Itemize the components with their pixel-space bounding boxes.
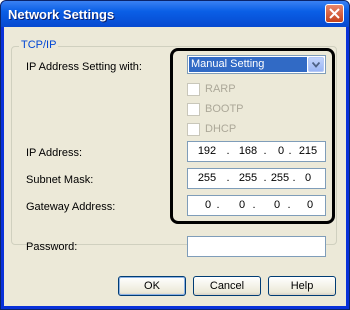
dialog-body: TCP/IP IP Address Setting with: Manual S… <box>4 27 346 306</box>
close-icon <box>329 8 340 19</box>
close-button[interactable] <box>325 4 344 23</box>
gateway-address-label: Gateway Address: <box>26 201 116 213</box>
help-button[interactable]: Help <box>268 276 336 296</box>
group-title: TCP/IP <box>19 39 59 51</box>
window-title: Network Settings <box>8 7 115 22</box>
title-bar[interactable]: Network Settings <box>1 1 349 27</box>
ok-button[interactable]: OK <box>118 276 186 296</box>
highlight-frame <box>170 48 335 224</box>
ip-setting-label: IP Address Setting with: <box>26 61 142 73</box>
ip-address-label: IP Address: <box>26 147 83 159</box>
network-settings-dialog: Network Settings TCP/IP IP Address Setti… <box>0 0 350 310</box>
password-label: Password: <box>26 241 78 253</box>
cancel-button[interactable]: Cancel <box>193 276 261 296</box>
password-field[interactable] <box>187 236 326 257</box>
subnet-mask-label: Subnet Mask: <box>26 174 94 186</box>
